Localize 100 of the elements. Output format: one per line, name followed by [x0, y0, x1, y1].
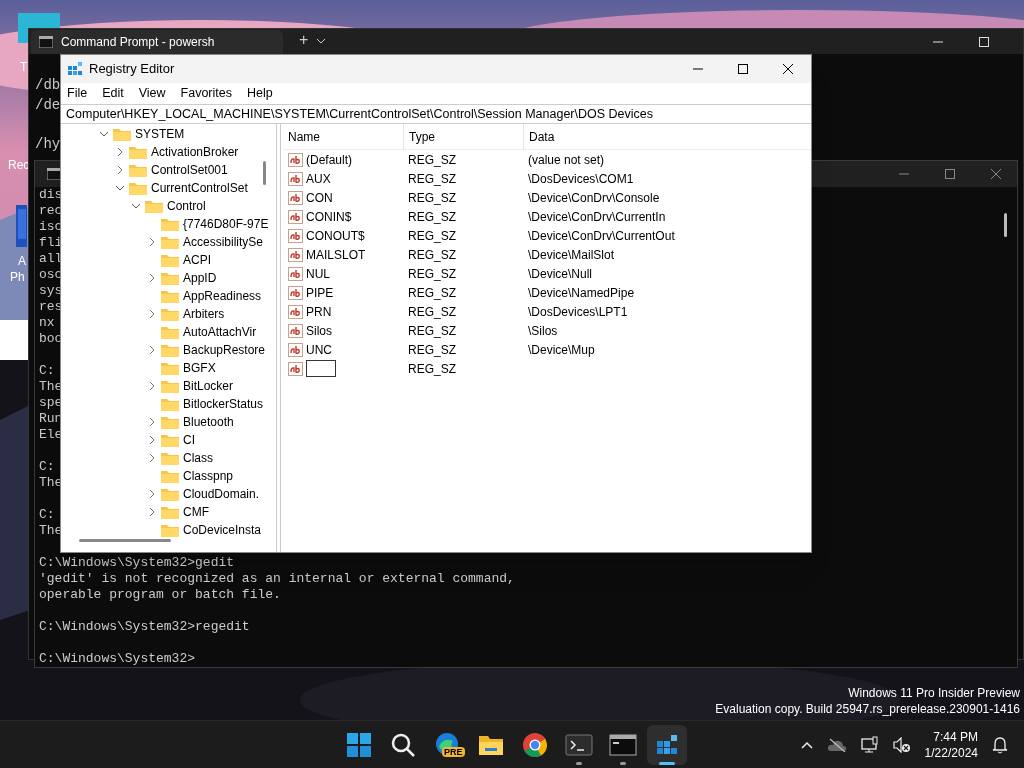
value-name[interactable]: UNC	[306, 340, 332, 359]
value-data: \DosDevices\LPT1	[527, 303, 628, 321]
column-header[interactable]: Name	[283, 124, 403, 149]
tree-item[interactable]: AutoAttachVir	[61, 323, 276, 341]
terminal-line: osc	[39, 267, 63, 283]
terminal-line: isc	[39, 219, 63, 235]
chevron-right-icon[interactable]	[147, 507, 157, 517]
folder-icon	[161, 505, 179, 519]
maximize-icon[interactable]	[738, 64, 748, 74]
taskbar-button[interactable]: PRE	[427, 725, 467, 765]
value-data: \Device\ConDrv\CurrentOut	[527, 227, 675, 245]
tree-item[interactable]: ACPI	[61, 251, 276, 269]
tree-item[interactable]: {7746D80F-97E	[61, 215, 276, 233]
scrollbar-thumb-icon[interactable]	[263, 161, 266, 185]
value-name[interactable]: CONOUT$	[306, 226, 365, 245]
tree-item[interactable]: Arbiters	[61, 305, 276, 323]
menu-item[interactable]: View	[138, 84, 166, 103]
menu-item[interactable]: Edit	[102, 84, 124, 103]
folder-icon	[161, 523, 179, 537]
new-tab-button[interactable]: +	[299, 30, 309, 50]
terminal-line: C:\Windows\System32>regedit	[39, 619, 250, 635]
folder-icon	[161, 397, 179, 411]
scrollbar-thumb-icon[interactable]	[79, 539, 171, 542]
tree-item[interactable]: CloudDomain.	[61, 485, 276, 503]
bell-icon[interactable]	[992, 735, 1008, 754]
cloud-off-icon[interactable]	[826, 737, 847, 752]
value-name[interactable]: NUL	[306, 264, 330, 283]
value-name[interactable]: PIPE	[306, 283, 334, 302]
monitor-network-icon[interactable]	[860, 735, 879, 754]
menu-item[interactable]: File	[67, 84, 88, 103]
chevron-right-icon[interactable]	[147, 489, 157, 499]
chevron-right-icon[interactable]	[147, 435, 157, 445]
chevron-right-icon[interactable]	[147, 417, 157, 427]
column-header[interactable]: Type	[403, 124, 523, 149]
address-bar[interactable]: Computer\HKEY_LOCAL_MACHINE\SYSTEM\CurrentControlSet\Control\Session Manager\DOS Devices	[61, 104, 811, 124]
tree-item[interactable]: ActivationBroker	[61, 143, 276, 161]
name-input-field[interactable]	[306, 360, 336, 377]
chevron-down-icon[interactable]	[115, 183, 125, 193]
column-header[interactable]: Data	[523, 124, 811, 149]
value-name[interactable]: CONIN$	[306, 207, 352, 226]
string-value-icon	[288, 285, 303, 300]
chevron-down-icon[interactable]	[316, 38, 327, 44]
value-name[interactable]: PRN	[306, 302, 332, 321]
folder-icon	[129, 163, 147, 177]
tree-item[interactable]: CI	[61, 431, 276, 449]
clock-time[interactable]: 7:44 PM	[933, 728, 978, 745]
terminal-icon	[565, 731, 593, 759]
taskbar-button[interactable]	[647, 725, 687, 765]
terminal-line: /de	[35, 95, 61, 115]
clock-date[interactable]: 1/22/2024	[924, 744, 978, 761]
chevron-right-icon[interactable]	[115, 147, 125, 157]
terminal-tab[interactable]: Command Prompt - powersh	[31, 30, 283, 54]
chevron-right-icon[interactable]	[147, 381, 157, 391]
value-name[interactable]: AUX	[306, 169, 331, 188]
terminal-line: fli	[39, 235, 63, 251]
folder-icon	[161, 289, 179, 303]
tree-item[interactable]: Class	[61, 449, 276, 467]
tree-item[interactable]: Bluetooth	[61, 413, 276, 431]
value-type: REG_SZ	[407, 189, 457, 207]
tree-item[interactable]: AccessibilitySe	[61, 233, 276, 251]
tree-item[interactable]: Control	[61, 197, 276, 215]
speaker-muted-icon[interactable]	[892, 736, 911, 753]
value-data: \DosDevices\COM1	[527, 170, 634, 188]
value-name[interactable]: MAILSLOT	[306, 245, 366, 264]
menu-item[interactable]: Help	[247, 84, 273, 103]
tree-item[interactable]: CMF	[61, 503, 276, 521]
scrollbar-thumb-icon[interactable]	[1004, 213, 1007, 237]
chevron-down-icon[interactable]	[99, 129, 109, 139]
tree-item[interactable]: BitLocker	[61, 377, 276, 395]
tree-item[interactable]: AppID	[61, 269, 276, 287]
folder-icon	[145, 199, 163, 213]
value-type: REG_SZ	[407, 170, 457, 188]
chevron-down-icon[interactable]	[131, 201, 141, 211]
tree-item[interactable]: SYSTEM	[61, 125, 276, 143]
string-value-icon	[288, 152, 303, 167]
chevron-right-icon[interactable]	[147, 453, 157, 463]
value-name[interactable]: Silos	[306, 321, 332, 340]
tree-item[interactable]: BGFX	[61, 359, 276, 377]
chevron-right-icon[interactable]	[147, 237, 157, 247]
tree-item[interactable]: ControlSet001	[61, 161, 276, 179]
value-name[interactable]: (Default)	[306, 150, 352, 169]
terminal-line: C:\Windows\System32>gedit	[39, 555, 235, 571]
chevron-right-icon[interactable]	[147, 309, 157, 319]
string-value-icon	[288, 304, 303, 319]
menu-item[interactable]: Favorites	[180, 84, 232, 103]
chevron-up-icon[interactable]	[800, 740, 813, 749]
tree-item[interactable]: BackupRestore	[61, 341, 276, 359]
tree-item[interactable]: BitlockerStatus	[61, 395, 276, 413]
chevron-right-icon[interactable]	[147, 273, 157, 283]
chevron-right-icon[interactable]	[115, 165, 125, 175]
tree-item[interactable]: Classpnp	[61, 467, 276, 485]
value-name[interactable]: CON	[306, 188, 333, 207]
tree-item[interactable]: CurrentControlSet	[61, 179, 276, 197]
value-type: REG_SZ	[407, 246, 457, 264]
folder-icon	[161, 451, 179, 465]
chevron-right-icon[interactable]	[147, 345, 157, 355]
folder-icon	[129, 181, 147, 195]
tree-item[interactable]: CoDeviceInsta	[61, 521, 276, 539]
tree-item[interactable]: AppReadiness	[61, 287, 276, 305]
close-icon[interactable]	[783, 64, 793, 74]
